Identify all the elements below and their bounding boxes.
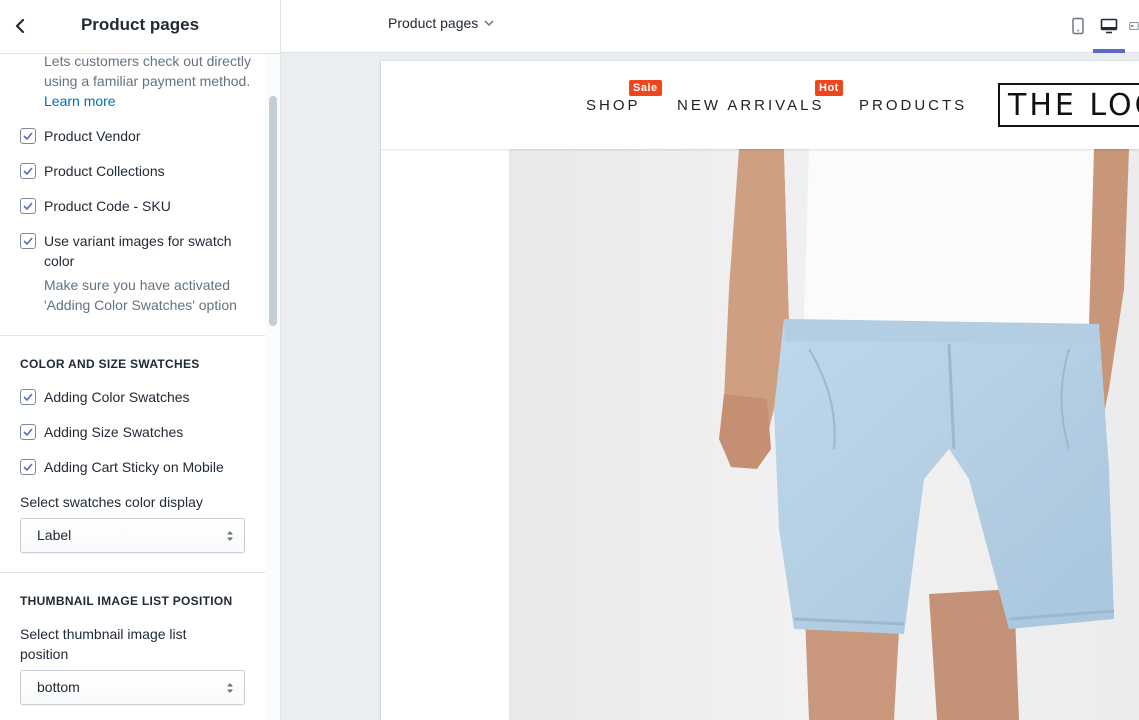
swatch-display-label: Select swatches color display — [20, 494, 203, 510]
product-photo-illustration — [509, 149, 1139, 720]
sidebar-header: Product pages — [0, 0, 280, 54]
checkbox[interactable] — [20, 198, 36, 214]
mobile-icon — [1072, 17, 1084, 35]
checkmark-icon — [23, 237, 33, 245]
store-logo[interactable]: THE LOGO — [998, 83, 1139, 127]
checkmark-icon — [23, 463, 33, 471]
checkbox[interactable] — [20, 163, 36, 179]
thumbnail-position-label: Select thumbnail image list position — [20, 626, 187, 662]
nav-item-shop[interactable]: SHOP — [586, 97, 641, 114]
nav-item-products[interactable]: PRODUCTS — [859, 97, 967, 114]
swatch-display-select[interactable]: Label — [20, 518, 245, 553]
learn-more-link[interactable]: Learn more — [44, 93, 116, 109]
logo-text: THE LOGO — [1008, 87, 1139, 123]
checkbox[interactable] — [20, 389, 36, 405]
select-arrows-icon — [227, 531, 233, 541]
checkbox-product-vendor[interactable]: Product Vendor — [20, 127, 252, 146]
theme-settings-sidebar: Product pages Lets customers check out d… — [0, 0, 281, 720]
fullscreen-icon — [1129, 22, 1139, 30]
checkbox-label: Product Code - SKU — [44, 198, 171, 214]
thumbnail-position-select[interactable]: bottom — [20, 670, 245, 705]
checkbox-product-sku[interactable]: Product Code - SKU — [20, 197, 252, 216]
checkbox-size-swatches[interactable]: Adding Size Swatches — [20, 423, 252, 442]
product-image[interactable] — [509, 149, 1139, 720]
checkbox-label: Adding Size Swatches — [44, 424, 184, 440]
desktop-view-button[interactable] — [1097, 14, 1121, 38]
page-type-label: Product pages — [388, 15, 479, 31]
editor-topbar: Product pages — [281, 0, 1139, 53]
store-preview[interactable]: SHOP Sale NEW ARRIVALS Hot PRODUCTS THE … — [381, 61, 1139, 720]
checkmark-icon — [23, 167, 33, 175]
checkbox[interactable] — [20, 424, 36, 440]
checkmark-icon — [23, 393, 33, 401]
select-value: bottom — [37, 679, 80, 695]
nav-badge-sale: Sale — [629, 80, 662, 96]
desktop-icon — [1100, 18, 1118, 34]
checkbox-product-collections[interactable]: Product Collections — [20, 162, 252, 181]
checkmark-icon — [23, 202, 33, 210]
store-header: SHOP Sale NEW ARRIVALS Hot PRODUCTS THE … — [381, 61, 1139, 149]
checkbox-label: Adding Color Swatches — [44, 389, 190, 405]
sidebar-title: Product pages — [80, 15, 200, 34]
checkbox-label: Product Collections — [44, 163, 165, 179]
checkbox[interactable] — [20, 459, 36, 475]
checkbox[interactable] — [20, 128, 36, 144]
select-arrows-icon — [227, 683, 233, 693]
checkmark-icon — [23, 428, 33, 436]
checkbox[interactable] — [20, 233, 36, 249]
nav-badge-hot: Hot — [815, 80, 843, 96]
checkbox-variant-images[interactable]: Use variant images for swatch color — [20, 232, 252, 271]
checkmark-icon — [23, 132, 33, 140]
checkout-help-text: Lets customers check out directly using … — [44, 54, 251, 109]
mobile-view-button[interactable] — [1066, 14, 1090, 38]
chevron-down-icon — [484, 19, 494, 26]
section-divider — [0, 572, 265, 573]
section-heading-thumbnail: THUMBNAIL IMAGE LIST POSITION — [20, 594, 233, 608]
checkbox-label: Product Vendor — [44, 128, 141, 144]
checkbox-color-swatches[interactable]: Adding Color Swatches — [20, 388, 252, 407]
checkbox-label: Adding Cart Sticky on Mobile — [44, 459, 224, 475]
sidebar-settings-panel[interactable]: Lets customers check out directly using … — [0, 54, 265, 720]
select-value: Label — [37, 527, 72, 543]
nav-item-new-arrivals[interactable]: NEW ARRIVALS — [677, 97, 824, 114]
page-type-dropdown[interactable]: Product pages — [388, 15, 494, 31]
section-heading-swatches: COLOR AND SIZE SWATCHES — [20, 357, 200, 371]
checkbox-cart-sticky[interactable]: Adding Cart Sticky on Mobile — [20, 458, 252, 477]
section-divider — [0, 335, 265, 336]
sidebar-scrollbar-thumb[interactable] — [269, 96, 277, 326]
fullscreen-view-button[interactable] — [1129, 14, 1139, 38]
checkbox-label: Use variant images for swatch color — [44, 233, 232, 269]
swatch-help-text: Make sure you have activated 'Adding Col… — [44, 277, 237, 313]
